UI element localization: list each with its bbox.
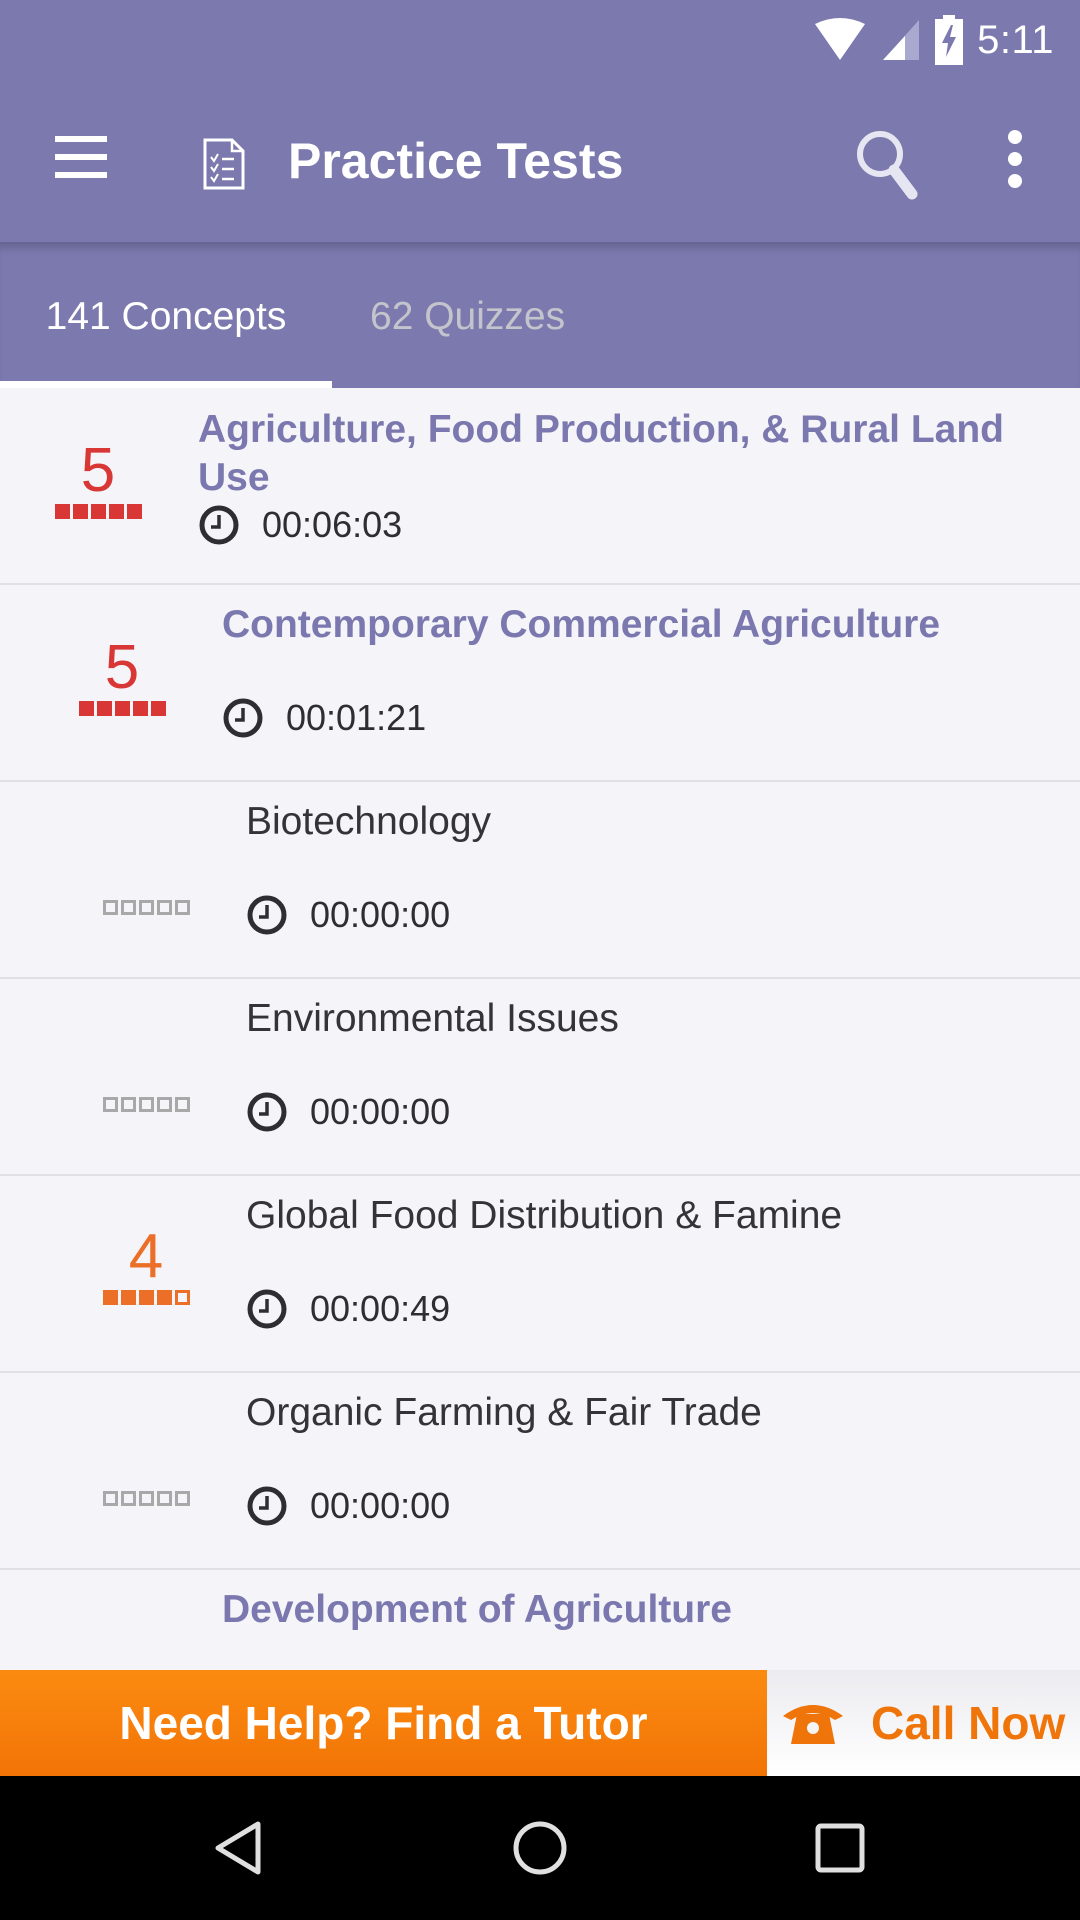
- score-boxes-empty: [100, 1491, 192, 1506]
- recents-button[interactable]: [808, 1816, 872, 1880]
- recents-icon: [815, 1823, 865, 1873]
- cell-signal-icon: [883, 20, 920, 60]
- item-title: Biotechnology: [246, 800, 492, 843]
- score-boxes-empty: [100, 900, 192, 915]
- score-boxes: [100, 1290, 192, 1305]
- score-value: 4: [128, 1222, 164, 1291]
- tab-concepts[interactable]: 141 Concepts: [0, 242, 332, 388]
- call-now-label: Call Now: [871, 1697, 1066, 1749]
- home-icon: [513, 1821, 567, 1875]
- item-time: 00:00:49: [246, 1288, 450, 1330]
- item-time: 00:00:00: [246, 1091, 450, 1133]
- score-value: 5: [104, 633, 140, 702]
- item-title: Environmental Issues: [246, 997, 619, 1040]
- tab-bar: 141 Concepts 62 Quizzes: [0, 242, 1080, 388]
- battery-charging-icon: [935, 15, 964, 65]
- score-boxes-empty: [100, 1097, 192, 1112]
- page-title: Practice Tests: [288, 133, 624, 189]
- document-checklist-icon: [203, 138, 245, 190]
- tab-quizzes[interactable]: 62 Quizzes: [332, 242, 612, 388]
- search-icon: [857, 131, 918, 200]
- score-badge: 5: [76, 637, 168, 716]
- app-bar: Practice Tests: [0, 80, 1080, 242]
- clock-icon: [199, 505, 239, 545]
- item-title: Development of Agriculture: [222, 1588, 732, 1631]
- item-time: 00:00:00: [246, 1485, 450, 1527]
- more-vert-icon: [1008, 130, 1022, 144]
- list-item[interactable]: Organic Farming & Fair Trade 00:00:00: [0, 1373, 1080, 1570]
- score-value: 5: [80, 436, 116, 505]
- menu-button[interactable]: [50, 134, 112, 184]
- item-title: Global Food Distribution & Famine: [246, 1194, 843, 1237]
- score-badge: [100, 1489, 192, 1506]
- wifi-icon: [815, 18, 866, 60]
- list-item[interactable]: Biotechnology 00:00:00: [0, 782, 1080, 979]
- item-title: Contemporary Commercial Agriculture: [222, 603, 941, 646]
- item-title: Organic Farming & Fair Trade: [246, 1391, 762, 1434]
- score-badge: [100, 1095, 192, 1112]
- system-nav-bar: [0, 1776, 1080, 1920]
- score-boxes: [52, 504, 144, 519]
- status-time: 5:11: [977, 17, 1054, 62]
- clock-icon: [247, 1486, 287, 1526]
- tutor-banner: Need Help? Find a Tutor Call Now: [0, 1670, 1080, 1776]
- more-options-button[interactable]: [990, 130, 1038, 190]
- list-item[interactable]: 5 Agriculture, Food Production, & Rural …: [0, 388, 1080, 585]
- item-time: 00:00:00: [246, 894, 450, 936]
- back-icon: [215, 1821, 261, 1875]
- call-now-button[interactable]: Call Now: [767, 1670, 1080, 1776]
- score-badge: [100, 898, 192, 915]
- find-tutor-button[interactable]: Need Help? Find a Tutor: [0, 1670, 767, 1776]
- score-boxes: [76, 701, 168, 716]
- clock-icon: [247, 895, 287, 935]
- clock-icon: [247, 1092, 287, 1132]
- telephone-icon: [783, 1705, 843, 1744]
- clock-icon: [247, 1289, 287, 1329]
- clock-icon: [223, 698, 263, 738]
- list-item[interactable]: 4 Global Food Distribution & Famine 00:0…: [0, 1176, 1080, 1373]
- item-time: 00:01:21: [222, 697, 426, 739]
- back-button[interactable]: [208, 1816, 272, 1880]
- status-bar: 5:11: [0, 0, 1080, 80]
- score-badge: 4: [100, 1226, 192, 1305]
- item-time: 00:06:03: [198, 504, 402, 546]
- search-button[interactable]: [850, 124, 930, 204]
- item-title: Agriculture, Food Production, & Rural La…: [198, 408, 1004, 499]
- menu-icon: [55, 136, 107, 142]
- score-badge: 5: [52, 440, 144, 519]
- home-button[interactable]: [508, 1816, 572, 1880]
- list-item[interactable]: Environmental Issues 00:00:00: [0, 979, 1080, 1176]
- tab-indicator: [0, 381, 332, 388]
- list-item[interactable]: 5 Contemporary Commercial Agriculture 00…: [0, 585, 1080, 782]
- concept-list: 5 Agriculture, Food Production, & Rural …: [0, 388, 1080, 1767]
